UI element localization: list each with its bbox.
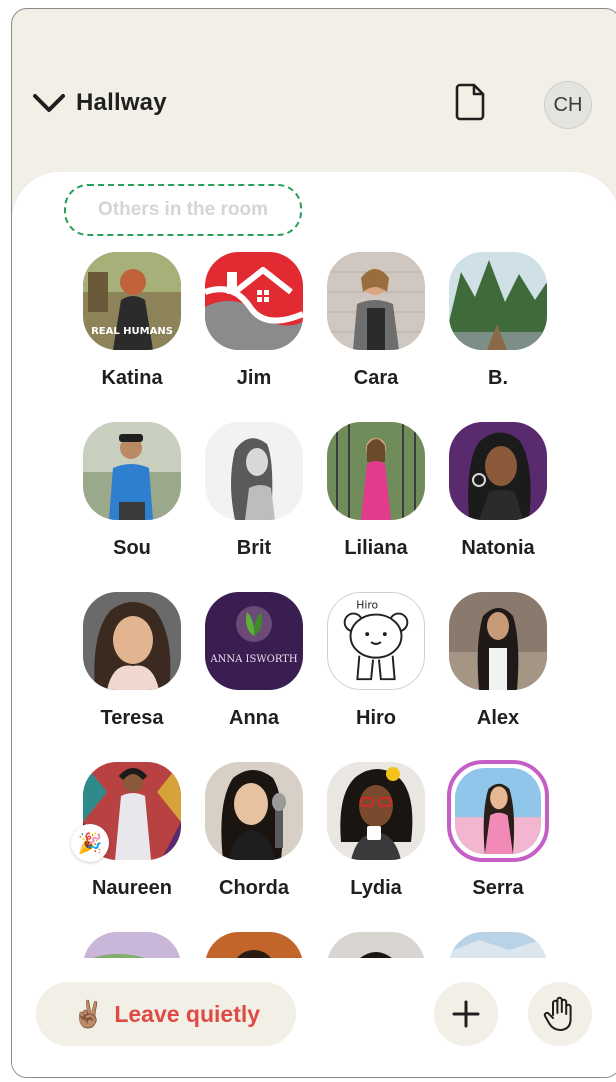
room-header: Hallway CH [12, 9, 616, 179]
avatar [327, 932, 425, 958]
avatar [83, 422, 181, 520]
avatar: ANNA ISWORTH [205, 592, 303, 690]
avatar: Hiro [327, 592, 425, 690]
avatar-text: Hiro [356, 599, 378, 612]
person-katina[interactable]: REAL HUMANS Katina [71, 252, 193, 402]
person-name: Teresa [100, 707, 164, 729]
person-name: Cara [353, 367, 399, 389]
person-name: Katina [101, 367, 163, 389]
avatar [205, 932, 303, 958]
room-sheet: Others in the room REAL HUMANS Katina Ji… [12, 172, 616, 1077]
peace-sign-icon: ✌🏽 [71, 998, 105, 1029]
avatar [449, 592, 547, 690]
person-partial[interactable] [193, 932, 315, 958]
person-brit[interactable]: Brit [193, 422, 315, 572]
avatar [455, 768, 541, 854]
add-button[interactable] [434, 982, 498, 1046]
avatar [449, 252, 547, 350]
avatar-text: REAL HUMANS [91, 326, 173, 337]
person-anna[interactable]: ANNA ISWORTH Anna [193, 592, 315, 742]
avatar [327, 252, 425, 350]
person-b[interactable]: B. [437, 252, 559, 402]
user-avatar[interactable]: CH [544, 81, 592, 129]
person-sou[interactable]: Sou [71, 422, 193, 572]
person-teresa[interactable]: Teresa [71, 592, 193, 742]
person-liliana[interactable]: Liliana [315, 422, 437, 572]
back-to-hallway-button[interactable]: Hallway [32, 85, 167, 121]
person-partial[interactable] [437, 932, 559, 958]
person-chorda[interactable]: Chorda [193, 762, 315, 912]
person-name: Jim [236, 367, 272, 389]
party-popper-icon: 🎉 [71, 824, 109, 862]
document-icon [455, 83, 485, 121]
avatar [327, 762, 425, 860]
plus-icon [452, 1000, 480, 1028]
bottom-bar: ✌🏽 Leave quietly [12, 958, 616, 1077]
others-in-room-text: Others in the room [98, 199, 268, 220]
person-partial[interactable] [71, 932, 193, 958]
person-name: Brit [236, 537, 272, 559]
raise-hand-button[interactable] [528, 982, 592, 1046]
avatar [205, 422, 303, 520]
person-name: Alex [476, 707, 520, 729]
leave-quietly-label: Leave quietly [114, 1000, 261, 1027]
person-name: Naureen [91, 877, 173, 899]
user-initials: CH [553, 93, 583, 116]
app-frame: Hallway CH Others in the room REAL HUMAN… [11, 8, 616, 1078]
person-natonia[interactable]: Natonia [437, 422, 559, 572]
person-lydia[interactable]: Lydia [315, 762, 437, 912]
person-name: Serra [472, 877, 524, 899]
person-cara[interactable]: Cara [315, 252, 437, 402]
room-title: Hallway [76, 89, 167, 116]
raise-hand-icon [543, 996, 572, 1031]
person-name: Anna [229, 707, 279, 729]
person-partial[interactable] [315, 932, 437, 958]
person-hiro[interactable]: Hiro Hiro [315, 592, 437, 742]
person-name: Sou [113, 537, 151, 559]
avatar-text: ANNA ISWORTH [209, 654, 297, 665]
avatar [205, 762, 303, 860]
document-button[interactable] [452, 82, 488, 122]
leave-quietly-button[interactable]: ✌🏽 Leave quietly [36, 982, 296, 1046]
person-name: Hiro [356, 707, 396, 729]
person-name: Chorda [219, 877, 289, 899]
avatar [83, 592, 181, 690]
avatar [449, 932, 547, 958]
others-in-room-label: Others in the room [64, 184, 302, 236]
avatar: REAL HUMANS [83, 252, 181, 350]
person-alex[interactable]: Alex [437, 592, 559, 742]
person-serra[interactable]: Serra [437, 760, 559, 912]
chevron-down-icon [33, 94, 65, 112]
person-name: B. [488, 367, 508, 389]
avatar [449, 422, 547, 520]
avatar [205, 252, 303, 350]
person-name: Natonia [461, 537, 535, 559]
avatar [327, 422, 425, 520]
avatar [83, 932, 181, 958]
person-jim[interactable]: Jim [193, 252, 315, 402]
people-grid: REAL HUMANS Katina Jim Cara B. Sou Brit … [12, 250, 616, 958]
person-name: Liliana [344, 537, 408, 559]
person-name: Lydia [350, 877, 402, 899]
person-naureen[interactable]: 🎉 Naureen [71, 762, 193, 912]
